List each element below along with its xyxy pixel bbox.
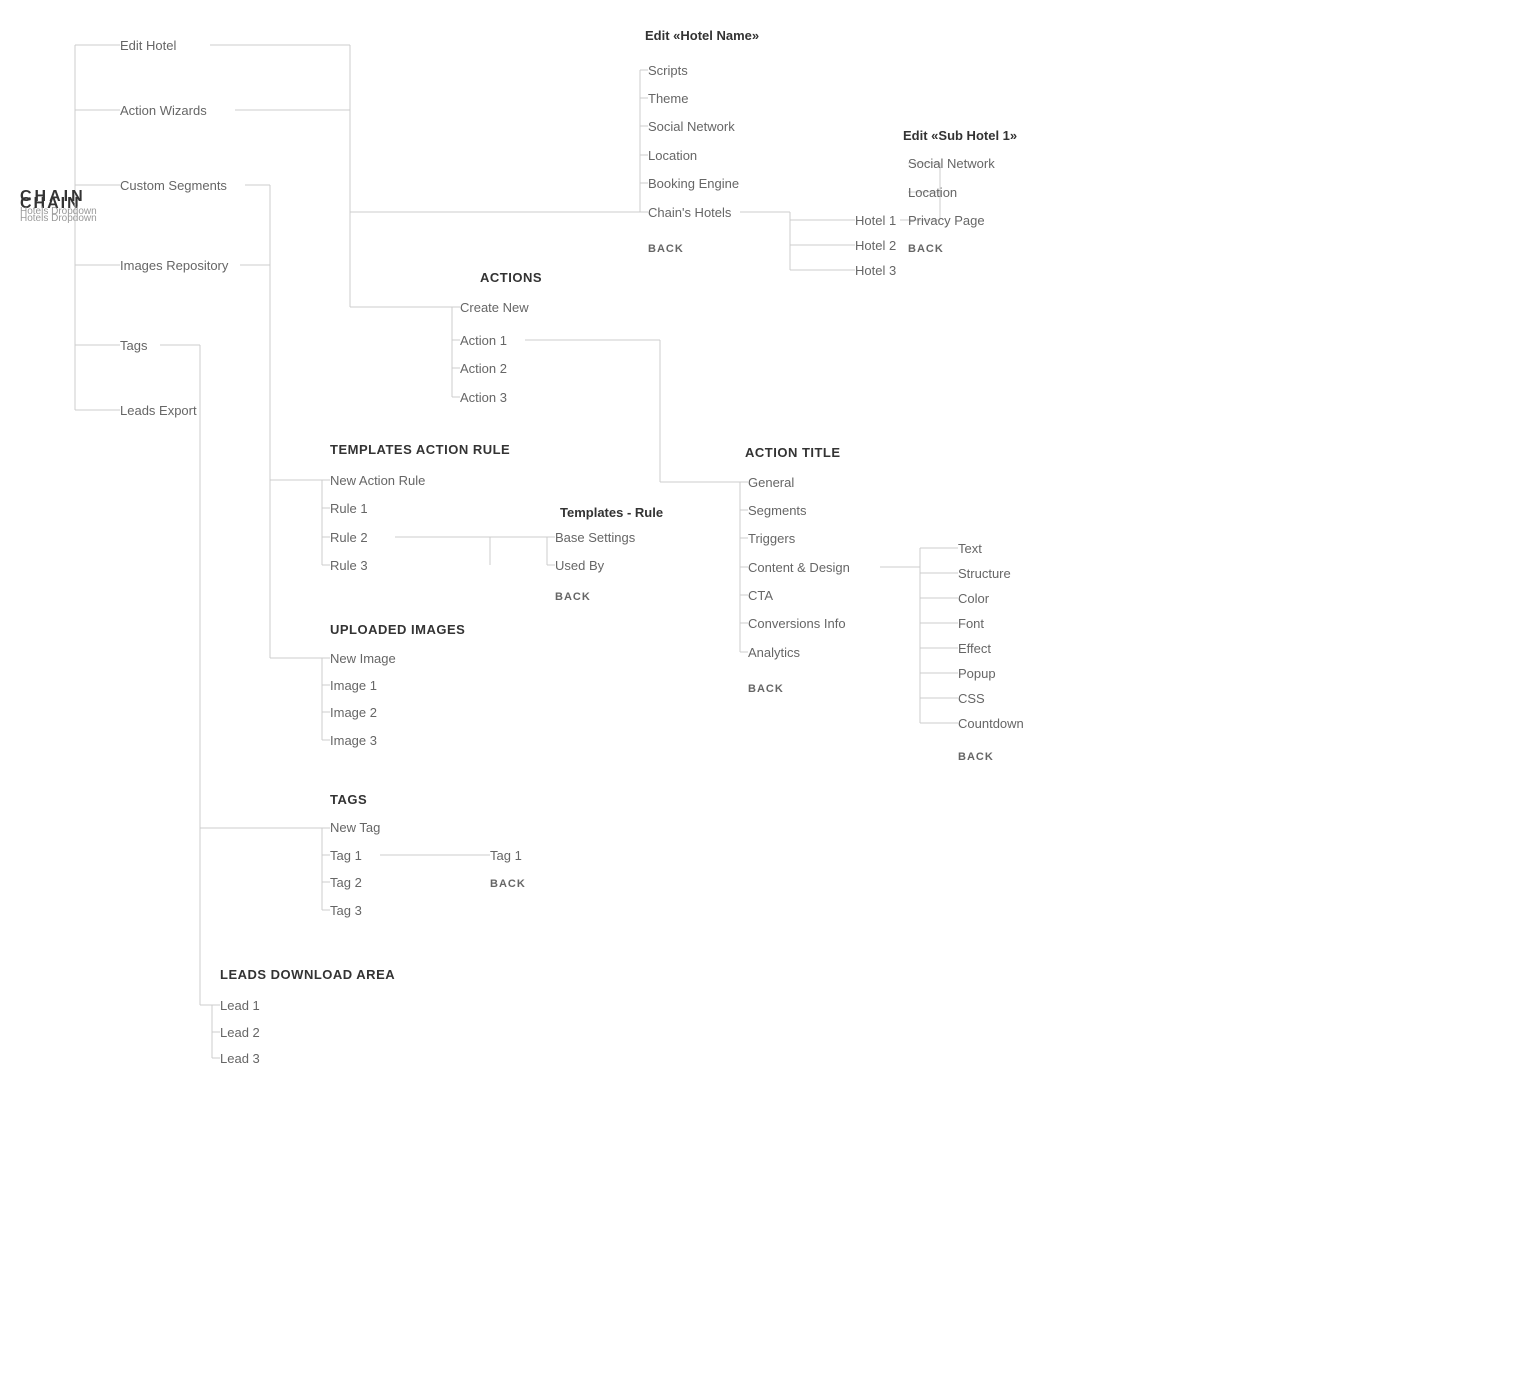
logo-subtitle: Hotels Dropdown xyxy=(20,206,97,217)
uploaded-images-image-3[interactable]: Image 3 xyxy=(330,733,377,748)
menu-item-action-wizards[interactable]: Action Wizards xyxy=(120,103,207,118)
menu-item-tags[interactable]: Tags xyxy=(120,338,147,353)
design-text[interactable]: Text xyxy=(958,541,982,556)
edit-hotel-title: Edit «Hotel Name» xyxy=(645,28,759,43)
design-css[interactable]: CSS xyxy=(958,691,985,706)
action-analytics[interactable]: Analytics xyxy=(748,645,800,660)
design-back[interactable]: BACK xyxy=(958,748,994,763)
menu-item-leads-export[interactable]: Leads Export xyxy=(120,403,197,418)
design-popup[interactable]: Popup xyxy=(958,666,996,681)
action-title-heading: ACTION TITLE xyxy=(745,445,841,460)
chains-hotel-2[interactable]: Hotel 2 xyxy=(855,238,896,253)
templates-rule-title: Templates - Rule xyxy=(560,505,663,520)
menu-item-custom-segments[interactable]: Custom Segments xyxy=(120,178,227,193)
uploaded-images-image-2[interactable]: Image 2 xyxy=(330,705,377,720)
sub-hotel-social-network[interactable]: Social Network xyxy=(908,156,995,171)
uploaded-images-image-1[interactable]: Image 1 xyxy=(330,678,377,693)
design-color[interactable]: Color xyxy=(958,591,989,606)
design-font[interactable]: Font xyxy=(958,616,984,631)
templates-rule-base-settings[interactable]: Base Settings xyxy=(555,530,635,545)
edit-hotel-booking-engine[interactable]: Booking Engine xyxy=(648,176,739,191)
leads-lead-3[interactable]: Lead 3 xyxy=(220,1051,260,1066)
templates-rule-2[interactable]: Rule 2 xyxy=(330,530,368,545)
action-conversions-info[interactable]: Conversions Info xyxy=(748,616,846,631)
leads-lead-1[interactable]: Lead 1 xyxy=(220,998,260,1013)
templates-rule-1[interactable]: Rule 1 xyxy=(330,501,368,516)
actions-action-3[interactable]: Action 3 xyxy=(460,390,507,405)
action-triggers[interactable]: Triggers xyxy=(748,531,795,546)
tag1-submenu-back[interactable]: BACK xyxy=(490,875,526,890)
templates-rule-used-by[interactable]: Used By xyxy=(555,558,604,573)
action-cta[interactable]: CTA xyxy=(748,588,773,603)
connector-lines xyxy=(0,0,1515,1397)
chains-hotel-1[interactable]: Hotel 1 xyxy=(855,213,896,228)
templates-action-rule-title: TEMPLATES ACTION RULE xyxy=(330,442,510,457)
action-general[interactable]: General xyxy=(748,475,794,490)
chains-hotel-3[interactable]: Hotel 3 xyxy=(855,263,896,278)
sub-hotel-back[interactable]: BACK xyxy=(908,240,944,255)
tags-title: TAGS xyxy=(330,792,367,807)
actions-create-new[interactable]: Create New xyxy=(460,300,529,315)
action-segments[interactable]: Segments xyxy=(748,503,807,518)
tags-new-tag[interactable]: New Tag xyxy=(330,820,380,835)
actions-action-1[interactable]: Action 1 xyxy=(460,333,507,348)
design-countdown[interactable]: Countdown xyxy=(958,716,1024,731)
menu-item-edit-hotel[interactable]: Edit Hotel xyxy=(120,38,176,53)
leads-download-title: LEADS DOWNLOAD AREA xyxy=(220,967,395,982)
tags-tag-3[interactable]: Tag 3 xyxy=(330,903,362,918)
tags-tag-2[interactable]: Tag 2 xyxy=(330,875,362,890)
actions-title: ACTIONS xyxy=(480,270,542,285)
design-structure[interactable]: Structure xyxy=(958,566,1011,581)
edit-hotel-chains-hotels[interactable]: Chain's Hotels xyxy=(648,205,731,220)
edit-hotel-location[interactable]: Location xyxy=(648,148,697,163)
edit-hotel-theme[interactable]: Theme xyxy=(648,91,688,106)
logo-chain: CHAIN xyxy=(20,188,97,206)
menu-item-images-repository[interactable]: Images Repository xyxy=(120,258,228,273)
action-title-back[interactable]: BACK xyxy=(748,680,784,695)
actions-action-2[interactable]: Action 2 xyxy=(460,361,507,376)
edit-hotel-scripts[interactable]: Scripts xyxy=(648,63,688,78)
logo-container: CHAIN Hotels Dropdown xyxy=(20,188,97,217)
edit-hotel-social-network[interactable]: Social Network xyxy=(648,119,735,134)
edit-sub-hotel-title: Edit «Sub Hotel 1» xyxy=(903,128,1017,143)
sub-hotel-location[interactable]: Location xyxy=(908,185,957,200)
uploaded-images-title: UPLOADED IMAGES xyxy=(330,622,465,637)
sub-hotel-privacy-page[interactable]: Privacy Page xyxy=(908,213,985,228)
templates-new-action-rule[interactable]: New Action Rule xyxy=(330,473,425,488)
design-effect[interactable]: Effect xyxy=(958,641,991,656)
tags-tag-1[interactable]: Tag 1 xyxy=(330,848,362,863)
templates-rule-back[interactable]: BACK xyxy=(555,588,591,603)
uploaded-images-new[interactable]: New Image xyxy=(330,651,396,666)
leads-lead-2[interactable]: Lead 2 xyxy=(220,1025,260,1040)
tag1-submenu-item[interactable]: Tag 1 xyxy=(490,848,522,863)
templates-rule-3[interactable]: Rule 3 xyxy=(330,558,368,573)
action-content-design[interactable]: Content & Design xyxy=(748,560,850,575)
edit-hotel-back[interactable]: BACK xyxy=(648,240,684,255)
